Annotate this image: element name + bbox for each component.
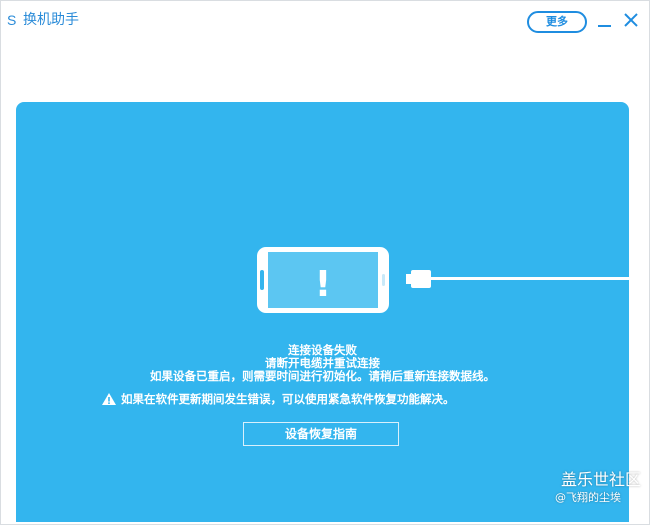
usb-plug-icon <box>406 270 629 288</box>
watermark: 盖乐世社区 @飞翔的尘埃 <box>549 470 649 506</box>
warning-row: 如果在软件更新期间发生错误，可以使用紧急软件恢复功能解决。 <box>102 391 455 407</box>
warning-icon <box>102 392 116 405</box>
usb-cable <box>405 265 629 293</box>
close-icon <box>624 13 638 27</box>
app-title: 换机助手 <box>23 12 79 28</box>
phone-error-icon: ! <box>257 247 389 313</box>
title-bar[interactable]: S 换机助手 更多 <box>1 1 649 41</box>
watermark-site: 盖乐世社区 <box>561 470 642 489</box>
app-logo: S <box>7 12 17 28</box>
recovery-guide-button[interactable]: 设备恢复指南 <box>243 422 399 446</box>
error-message: 连接设备失败 请断开电缆并重试连接 如果设备已重启，则需要时间进行初始化。请稍后… <box>16 344 629 383</box>
minimize-button[interactable] <box>597 12 613 28</box>
app-window: S 换机助手 更多 ! 连接设备失败 请断开电缆并重试连接 如果设备已重启，则需… <box>0 0 650 525</box>
more-button[interactable]: 更多 <box>527 11 587 33</box>
warning-text: 如果在软件更新期间发生错误，可以使用紧急软件恢复功能解决。 <box>121 392 455 406</box>
connection-panel: ! 连接设备失败 请断开电缆并重试连接 如果设备已重启，则需要时间进行初始化。请… <box>16 102 629 522</box>
minimize-icon <box>598 25 611 27</box>
error-detail: 如果设备已重启，则需要时间进行初始化。请稍后重新连接数据线。 <box>150 369 495 383</box>
phone-symbol: ! <box>315 264 331 305</box>
phone-illustration: ! <box>256 246 390 314</box>
close-button[interactable] <box>623 12 639 28</box>
watermark-user: @飞翔的尘埃 <box>555 491 621 504</box>
